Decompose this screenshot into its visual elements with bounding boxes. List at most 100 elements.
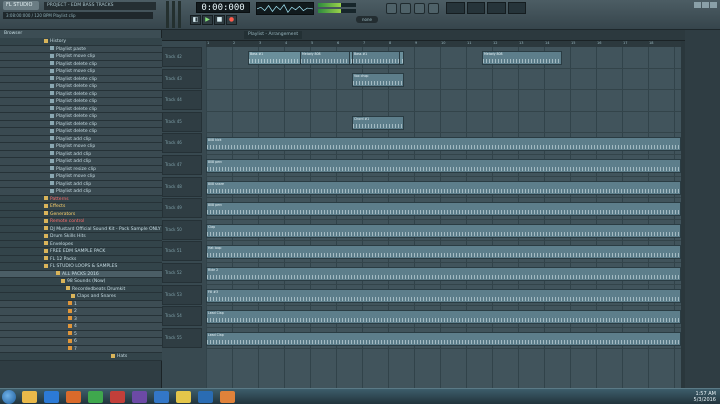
playlist-clip[interactable]: 808 perc: [206, 159, 681, 173]
mixer-icon[interactable]: [428, 3, 439, 14]
browser-item[interactable]: Playlist delete clip: [0, 120, 162, 128]
browser-item[interactable]: Effects: [0, 203, 162, 211]
browser-item[interactable]: Playlist add clip: [0, 158, 162, 166]
browser-item[interactable]: ALL PACKS 2016: [0, 270, 162, 278]
record-button[interactable]: ●: [226, 15, 237, 25]
browser-item[interactable]: Remote control: [0, 218, 162, 226]
track-header[interactable]: Track 45: [162, 111, 202, 132]
browser-item[interactable]: 98 Sounds (Now): [0, 278, 162, 286]
browser-item[interactable]: Playlist delete clip: [0, 98, 162, 106]
browser-item[interactable]: 1: [0, 300, 162, 308]
skype-icon[interactable]: [198, 391, 213, 403]
track-header[interactable]: Track 46: [162, 133, 202, 154]
master-sliders[interactable]: [164, 1, 184, 28]
browser-item[interactable]: Playlist move clip: [0, 173, 162, 181]
playlist-clip[interactable]: 808 perc: [206, 202, 681, 217]
track-header[interactable]: Track 50: [162, 219, 202, 240]
playlist-clip[interactable]: Fill #3: [206, 288, 681, 303]
browser-item[interactable]: 4: [0, 323, 162, 331]
playlist-clip[interactable]: Hat loop: [206, 245, 681, 260]
browser-item[interactable]: Playlist delete clip: [0, 90, 162, 98]
close-icon[interactable]: [710, 2, 717, 8]
browser-item[interactable]: FL 12 Packs: [0, 255, 162, 263]
browser-item[interactable]: 6: [0, 338, 162, 346]
browser-item[interactable]: History: [0, 38, 162, 46]
browser-item[interactable]: Playlist paste: [0, 45, 162, 53]
playlist-grid[interactable]: Bass #1 Melody 808 Bass #1 Melody 808 Vox ch…: [206, 47, 681, 388]
track-lane[interactable]: [206, 90, 681, 112]
browser-item[interactable]: Playlist delete clip: [0, 75, 162, 83]
browser-item[interactable]: DJ Mustard Official Sound Kit - Pack Sam…: [0, 225, 162, 233]
browser-item[interactable]: Playlist delete clip: [0, 113, 162, 121]
word-icon[interactable]: [154, 391, 169, 403]
playlist-clip[interactable]: Ride 2: [206, 267, 681, 281]
track-header[interactable]: Track 44: [162, 90, 202, 111]
minimize-icon[interactable]: [694, 2, 701, 8]
browser-item[interactable]: Playlist delete clip: [0, 105, 162, 113]
browser-item[interactable]: Playlist add clip: [0, 180, 162, 188]
browser-item[interactable]: Playlist delete clip: [0, 128, 162, 136]
browser-item[interactable]: Claps and Snares: [0, 293, 162, 301]
browser-item[interactable]: Generators: [0, 210, 162, 218]
play-button[interactable]: ▶: [202, 15, 213, 25]
browser-item[interactable]: Recordedbeats Drumkit: [0, 285, 162, 293]
browser-item[interactable]: Playlist add clip: [0, 188, 162, 196]
fl-studio-taskbar-icon[interactable]: [220, 391, 235, 403]
browser-item[interactable]: Playlist add clip: [0, 135, 162, 143]
browser-item[interactable]: FL STUDIO LOOPS & SAMPLES: [0, 263, 162, 271]
browser-item[interactable]: Playlist move clip: [0, 143, 162, 151]
browser-item[interactable]: FREE EDM SAMPLE PACK: [0, 248, 162, 256]
playlist-clip[interactable]: Vox chop: [352, 72, 404, 87]
browser-item[interactable]: Playlist resize clip: [0, 165, 162, 173]
playlist-clip[interactable]: 808 kick: [206, 137, 681, 152]
track-header[interactable]: Track 53: [162, 284, 202, 305]
track-header[interactable]: Track 47: [162, 155, 202, 175]
browser-item[interactable]: Playlist delete clip: [0, 60, 162, 68]
explorer-icon[interactable]: [22, 391, 37, 403]
chrome-icon[interactable]: [176, 391, 191, 403]
track-header[interactable]: Track 49: [162, 198, 202, 219]
playlist-clip[interactable]: 808 snare: [206, 180, 681, 195]
app-logo[interactable]: FL STUDIO: [3, 1, 39, 10]
playlist-clip[interactable]: Clap: [206, 223, 681, 238]
playlist-clip[interactable]: Chord #1: [352, 115, 404, 130]
playlist-clip[interactable]: Lead Clap: [206, 331, 681, 346]
track-header[interactable]: Track 51: [162, 241, 202, 262]
browser-item[interactable]: Playlist delete clip: [0, 83, 162, 91]
track-header[interactable]: Track 42: [162, 47, 202, 67]
playlist-clip[interactable]: Melody 808: [300, 51, 350, 65]
track-header[interactable]: Track 52: [162, 263, 202, 283]
track-header[interactable]: Track 54: [162, 306, 202, 327]
browser-item[interactable]: 3: [0, 315, 162, 323]
browser-item[interactable]: Playlist move clip: [0, 68, 162, 76]
browser-item[interactable]: 5: [0, 330, 162, 338]
track-header[interactable]: Track 55: [162, 327, 202, 348]
stop-button[interactable]: ■: [214, 15, 225, 25]
playlist-clip[interactable]: Bass #1: [352, 51, 400, 65]
browser-item[interactable]: Hats: [0, 353, 162, 361]
track-header[interactable]: Track 48: [162, 176, 202, 197]
playlist-clip[interactable]: Lead Clap: [206, 310, 681, 325]
track-lane[interactable]: [206, 69, 681, 91]
playlist-clip[interactable]: Melody 808: [482, 51, 562, 65]
snap-icon[interactable]: [386, 3, 397, 14]
playlist-icon[interactable]: [400, 3, 411, 14]
browser-item[interactable]: Playlist move clip: [0, 53, 162, 61]
powerpoint-icon[interactable]: [110, 391, 125, 403]
onenote-icon[interactable]: [132, 391, 147, 403]
browser-item[interactable]: Playlist add clip: [0, 150, 162, 158]
snap-selector[interactable]: none: [356, 16, 378, 23]
ie-icon[interactable]: [44, 391, 59, 403]
excel-icon[interactable]: [88, 391, 103, 403]
maximize-icon[interactable]: [702, 2, 709, 8]
media-icon[interactable]: [66, 391, 81, 403]
start-button[interactable]: [2, 390, 16, 404]
browser-item[interactable]: 7: [0, 345, 162, 353]
pattern-song-toggle[interactable]: ◧: [190, 15, 201, 25]
browser-item[interactable]: Envelopes: [0, 240, 162, 248]
browser-item[interactable]: Patterns: [0, 195, 162, 203]
browser-item[interactable]: Drum Skills Hits: [0, 233, 162, 241]
track-header[interactable]: Track 43: [162, 68, 202, 89]
browser-item[interactable]: 2: [0, 308, 162, 316]
track-lane[interactable]: [206, 112, 681, 134]
